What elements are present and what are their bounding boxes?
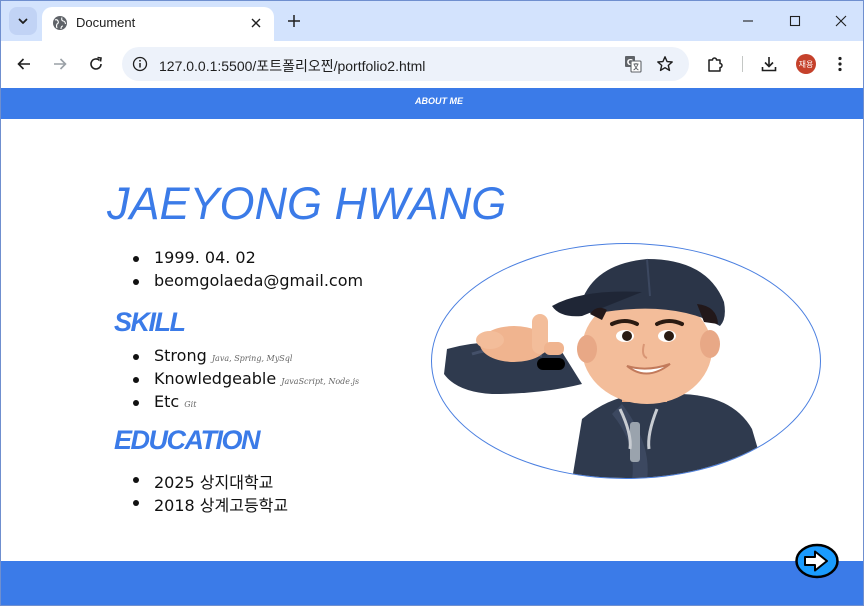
minimize-icon [743, 20, 753, 22]
skill-detail: JavaScript, Node.js [281, 377, 360, 386]
skill-item: Strong Java, Spring, MySql [133, 346, 359, 369]
arrow-right-icon [54, 58, 67, 70]
address-bar[interactable]: 127.0.0.1:5500/포트폴리오찐/portfolio2.html G [122, 47, 689, 81]
browser-toolbar: 127.0.0.1:5500/포트폴리오찐/portfolio2.html G … [1, 41, 863, 88]
close-icon [835, 15, 847, 27]
close-window-button[interactable] [825, 7, 857, 35]
nav-about-me[interactable]: ABOUT ME [1, 96, 863, 106]
skill-item: Knowledgeable JavaScript, Node.js [133, 369, 359, 392]
profile-name: JAEYONG HWANG [107, 178, 507, 229]
tab-close-button[interactable] [246, 13, 266, 33]
translate-button[interactable]: G [623, 54, 643, 74]
education-item: 2018 상계고등학교 [133, 492, 288, 515]
skill-level: Strong [154, 346, 207, 365]
translate-icon: G [625, 56, 642, 73]
menu-button[interactable] [829, 53, 851, 75]
url-text: 127.0.0.1:5500/포트폴리오찐/portfolio2.html [159, 58, 426, 74]
skill-list: Strong Java, Spring, MySql Knowledgeable… [133, 346, 359, 415]
downloads-button[interactable] [758, 53, 780, 75]
skill-item: Etc Git [133, 392, 359, 415]
maximize-icon [789, 15, 801, 27]
globe-icon [53, 16, 67, 30]
education-item: 2025 상지대학교 [133, 469, 288, 492]
tab-strip: Document [1, 1, 863, 41]
bookmark-button[interactable] [655, 54, 675, 74]
profile-avatar[interactable]: 재용 [796, 54, 816, 74]
toolbar-separator [742, 56, 743, 72]
education-heading: EDUCATION [114, 425, 261, 455]
skill-detail: Java, Spring, MySql [211, 354, 293, 363]
top-nav-bar: ABOUT ME [1, 88, 863, 119]
close-icon [251, 18, 261, 28]
bottom-bar [1, 561, 863, 605]
browser-window: Document 127.0.0.1:5500/포트폴리오찐/portfolio… [0, 0, 864, 606]
maximize-button[interactable] [779, 7, 811, 35]
plus-icon [288, 15, 300, 27]
chevron-down-icon [18, 18, 28, 24]
reload-icon [90, 56, 102, 70]
arrow-left-icon [17, 58, 30, 70]
info-list: 1999. 04. 02 beomgolaeda@gmail.com [133, 248, 363, 294]
reload-button[interactable] [83, 51, 109, 77]
skill-level: Etc [154, 392, 180, 411]
forward-button[interactable] [47, 51, 73, 77]
puzzle-icon [708, 57, 723, 72]
skill-detail: Git [184, 400, 197, 409]
tab-title: Document [76, 15, 136, 30]
new-tab-button[interactable] [282, 9, 306, 33]
download-icon [761, 57, 777, 72]
extensions-button[interactable] [704, 53, 726, 75]
site-info-button[interactable] [130, 54, 150, 74]
skill-heading: SKILL [114, 307, 186, 337]
more-vertical-icon [838, 56, 842, 72]
education-list: 2025 상지대학교 2018 상계고등학교 [133, 469, 288, 515]
skill-level: Knowledgeable [154, 369, 277, 388]
profile-photo [431, 243, 821, 479]
tab-search-button[interactable] [9, 7, 37, 35]
info-icon [132, 56, 148, 72]
tab-document[interactable]: Document [42, 7, 274, 41]
info-email: beomgolaeda@gmail.com [133, 271, 363, 294]
memoji-avatar [444, 258, 767, 478]
info-birthdate: 1999. 04. 02 [133, 248, 363, 271]
next-page-button[interactable] [795, 543, 839, 579]
minimize-button[interactable] [732, 7, 764, 35]
star-icon [657, 56, 673, 72]
page-content: ABOUT ME JAEYONG HWANG 1999. 04. 02 beom… [1, 88, 863, 605]
back-button[interactable] [11, 51, 37, 77]
